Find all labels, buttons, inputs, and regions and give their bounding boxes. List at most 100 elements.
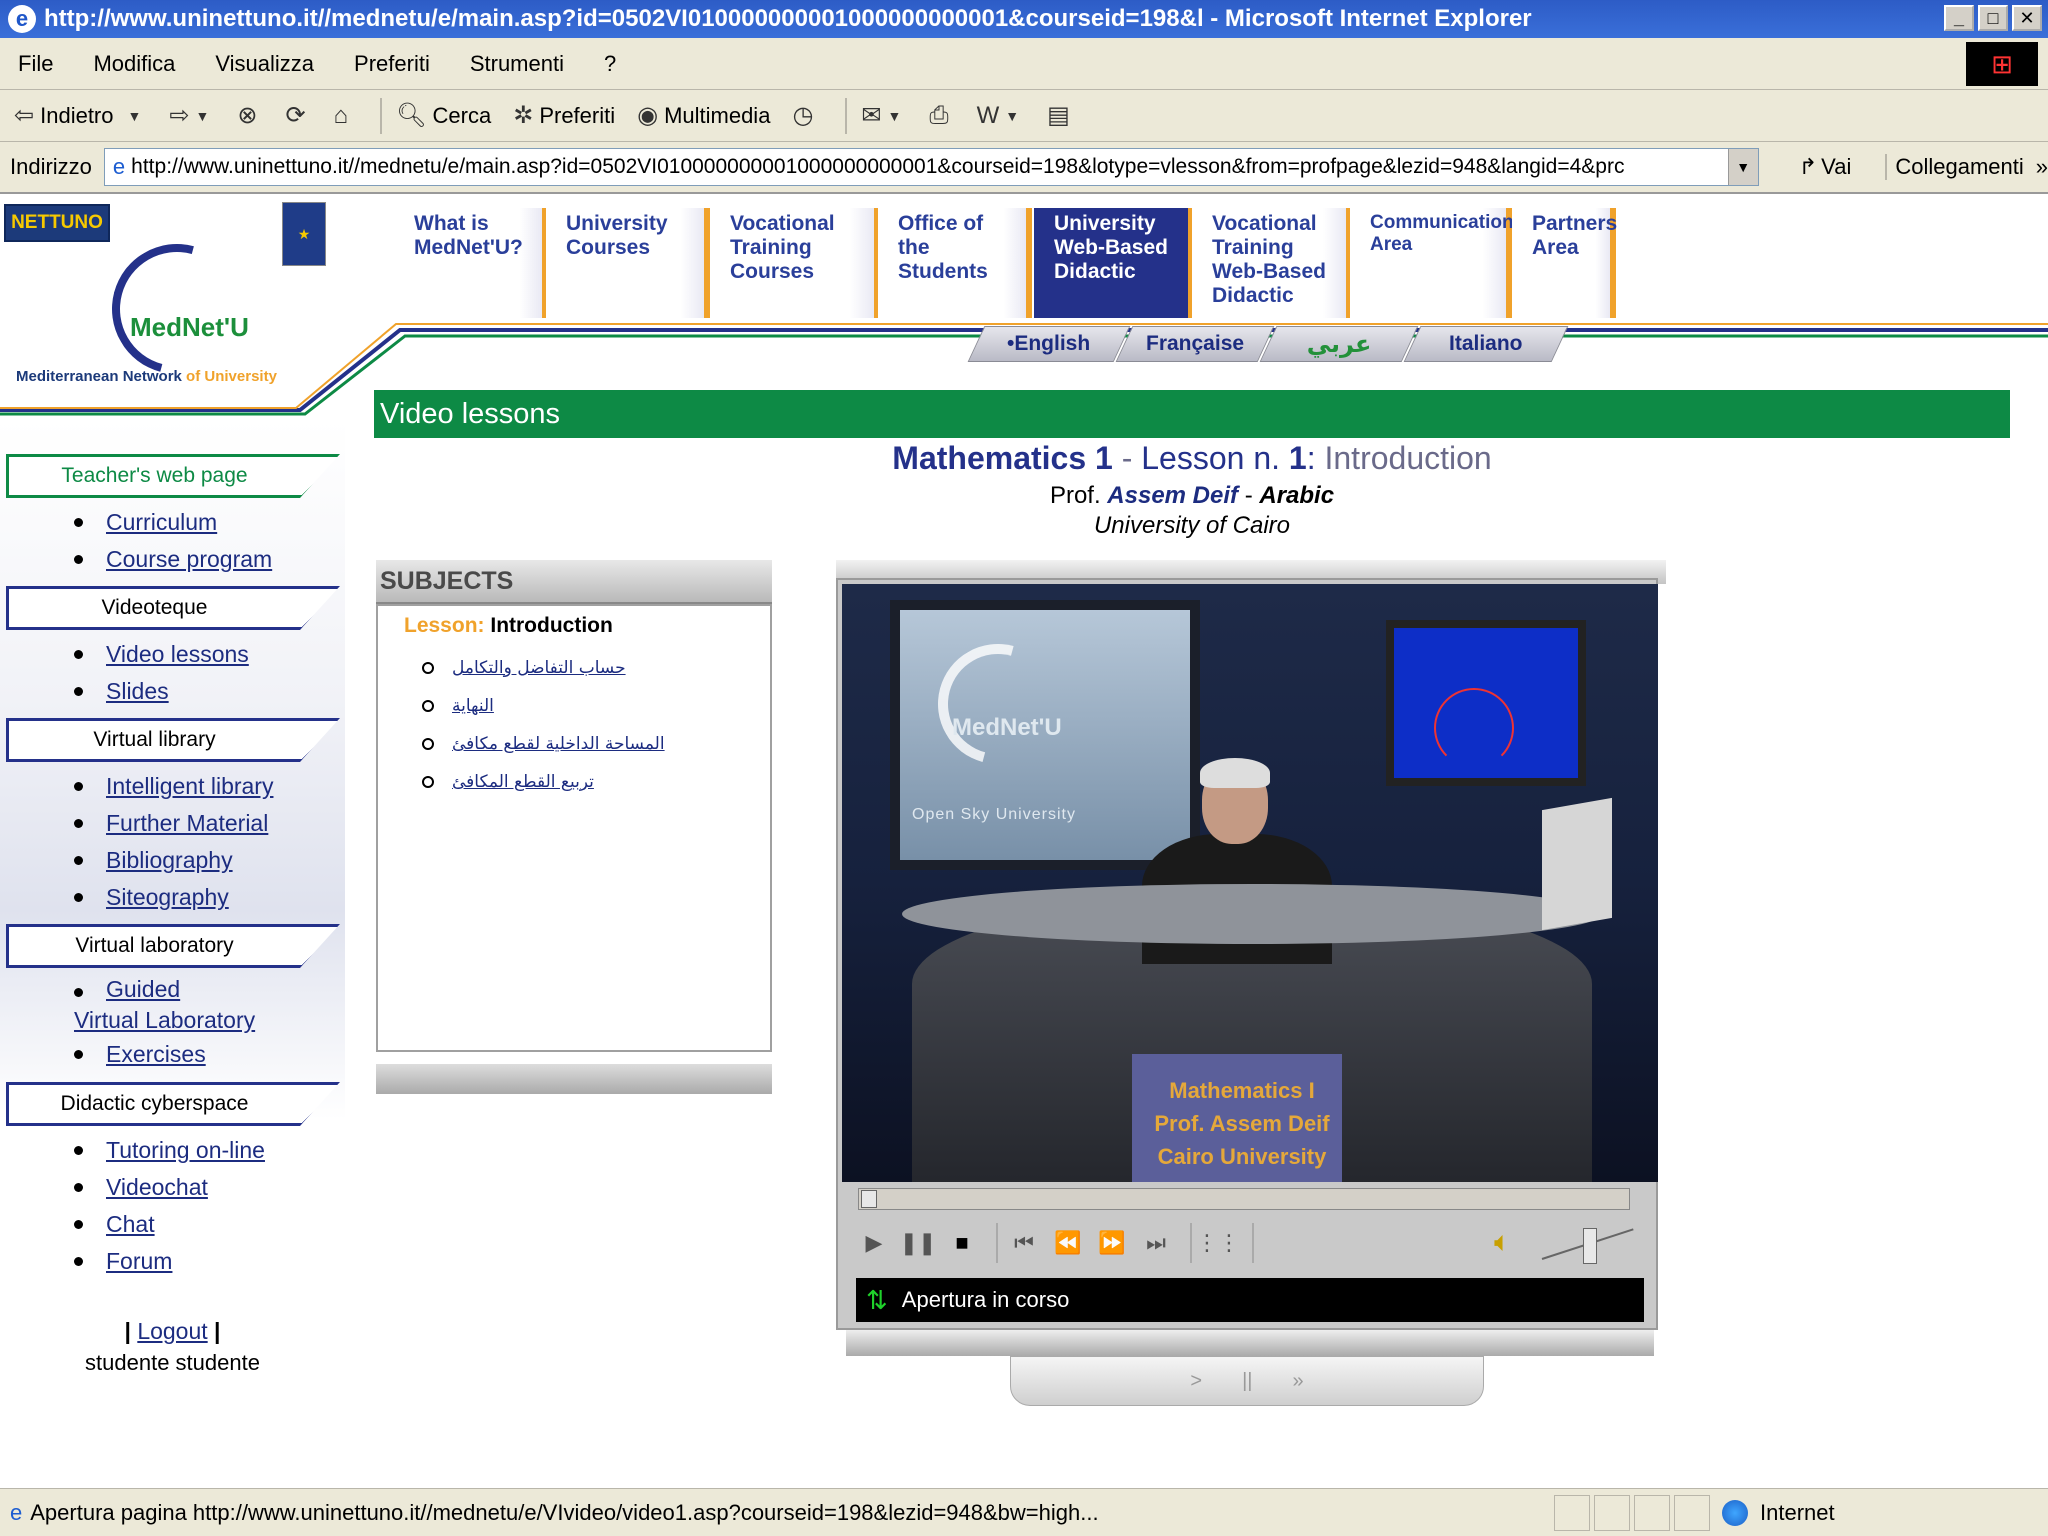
sidebar-link-curriculum[interactable]: Curriculum bbox=[106, 509, 217, 536]
subject-link-3[interactable]: المساحة الداخلية لقطع مكافئ bbox=[452, 734, 665, 754]
sidebar-link-chat[interactable]: Chat bbox=[106, 1211, 155, 1238]
lang-arabic-tab[interactable]: عربي bbox=[1259, 326, 1419, 362]
video-frame[interactable]: MedNet'U Open Sky University Mathematics… bbox=[842, 584, 1658, 1182]
subject-link-4[interactable]: تربيع القطع المكافئ bbox=[452, 772, 594, 792]
toolbar-separator bbox=[845, 97, 848, 134]
home-button[interactable]: ⌂ bbox=[334, 102, 355, 130]
nav-what-is-mednetu[interactable]: What is MedNet'U? bbox=[394, 208, 548, 318]
minimize-button[interactable]: _ bbox=[1944, 5, 1974, 31]
player-status: ⇅ Apertura in corso bbox=[856, 1278, 1644, 1322]
discuss-button[interactable]: ▤ bbox=[1047, 101, 1076, 130]
sidebar-link-siteography[interactable]: Siteography bbox=[106, 884, 229, 911]
address-input[interactable]: e http://www.uninettuno.it//mednetu/e/ma… bbox=[103, 148, 1759, 186]
chevron-down-icon[interactable]: ▼ bbox=[195, 108, 209, 124]
studio-monitor bbox=[1542, 797, 1612, 931]
nav-vocational-training-web-based-didactic[interactable]: Vocational Training Web-Based Didactic bbox=[1192, 208, 1352, 318]
sidebar-link-further-material[interactable]: Further Material bbox=[106, 810, 268, 837]
menu-modifica[interactable]: Modifica bbox=[93, 51, 175, 77]
stop-button[interactable]: ⊗ bbox=[237, 101, 263, 130]
chevron-right-icon[interactable]: » bbox=[2036, 154, 2048, 180]
menu-file[interactable]: File bbox=[18, 51, 53, 77]
speaker-icon[interactable]: 🔈︎ bbox=[1494, 1226, 1511, 1259]
rewind-button[interactable]: ⏪ bbox=[1050, 1225, 1086, 1261]
sidebar-link-slides[interactable]: Slides bbox=[106, 678, 169, 705]
sidebar-link-bibliography[interactable]: Bibliography bbox=[106, 847, 233, 874]
lang-italian-tab[interactable]: Italiano bbox=[1403, 326, 1569, 362]
print-button[interactable]: ⎙ bbox=[929, 102, 954, 130]
history-button[interactable]: ◷ bbox=[792, 101, 819, 130]
play-button[interactable]: ▶ bbox=[856, 1225, 892, 1261]
previous-button[interactable]: ⏮ bbox=[1006, 1225, 1042, 1261]
menu-help[interactable]: ? bbox=[604, 51, 616, 77]
subjects-panel: Lesson: Introduction حساب التفاضل والتكا… bbox=[376, 604, 772, 1052]
maximize-button[interactable]: □ bbox=[1978, 5, 2008, 31]
stop-button[interactable]: ■ bbox=[944, 1225, 980, 1261]
studio-screen bbox=[1386, 620, 1586, 786]
subject-link-1[interactable]: حساب التفاضل والتكامل bbox=[452, 658, 626, 678]
seek-bar[interactable] bbox=[858, 1188, 1630, 1210]
course-name: Mathematics 1 bbox=[892, 440, 1113, 476]
list-item: Slides bbox=[74, 673, 249, 710]
forward-button[interactable]: ⇨ ▼ bbox=[169, 101, 215, 130]
playlist-button[interactable]: ⋮⋮ bbox=[1196, 1225, 1240, 1261]
mail-button[interactable]: ✉ ▼ bbox=[861, 101, 907, 130]
sidebar-link-intelligent-library[interactable]: Intelligent library bbox=[106, 773, 273, 800]
search-button[interactable]: 🔍︎ Cerca bbox=[396, 101, 491, 130]
sidebar-link-tutoring-online[interactable]: Tutoring on-line bbox=[106, 1137, 265, 1164]
back-button[interactable]: ⇦ Indietro ▼ bbox=[14, 101, 147, 130]
lang-french-tab[interactable]: Française bbox=[1115, 326, 1275, 362]
sidebar-virtual-laboratory[interactable]: Virtual laboratory bbox=[6, 924, 340, 968]
address-label: Indirizzo bbox=[10, 154, 92, 179]
nav-university-web-based-didactic[interactable]: University Web-Based Didactic bbox=[1034, 208, 1194, 318]
next-button[interactable]: ⏭ bbox=[1138, 1225, 1174, 1261]
sidebar-link-exercises[interactable]: Exercises bbox=[106, 1041, 206, 1068]
menu-preferiti[interactable]: Preferiti bbox=[354, 51, 430, 77]
refresh-button[interactable]: ⟳ bbox=[285, 101, 311, 130]
go-arrow-icon[interactable]: ↱ bbox=[1799, 154, 1817, 180]
subject-link-2[interactable]: النهاية bbox=[452, 696, 494, 716]
nettuno-logo[interactable]: NETTUNO bbox=[4, 204, 110, 242]
chevron-down-icon[interactable]: ▼ bbox=[888, 108, 902, 124]
back-arrow-icon: ⇦ bbox=[14, 102, 35, 129]
media-button[interactable]: ◉ Multimedia bbox=[637, 101, 770, 130]
globe-icon bbox=[1722, 1499, 1748, 1526]
seek-thumb[interactable] bbox=[861, 1190, 877, 1208]
sidebar-didactic-cyberspace[interactable]: Didactic cyberspace bbox=[6, 1082, 340, 1126]
edit-button[interactable]: W ▼ bbox=[977, 102, 1026, 130]
nav-partners-area[interactable]: Partners Area bbox=[1512, 208, 1617, 318]
menu-visualizza[interactable]: Visualizza bbox=[215, 51, 314, 77]
professor-link[interactable]: Assem Deif bbox=[1107, 482, 1238, 509]
volume-slider[interactable] bbox=[1541, 1228, 1638, 1264]
controls-separator bbox=[996, 1223, 998, 1263]
address-bar: Indirizzo e http://www.uninettuno.it//me… bbox=[0, 142, 2048, 194]
logout-link[interactable]: Logout bbox=[137, 1318, 207, 1344]
nav-vocational-training-courses[interactable]: Vocational Training Courses bbox=[710, 208, 880, 318]
section-title: Video lessons bbox=[374, 390, 2010, 438]
favorites-button[interactable]: ✲ Preferiti bbox=[513, 101, 615, 130]
sidebar-teacher-web-page[interactable]: Teacher's web page bbox=[6, 454, 340, 498]
nav-office-of-students[interactable]: Office of the Students bbox=[878, 208, 1032, 318]
chevron-down-icon[interactable]: ▼ bbox=[128, 108, 142, 124]
sidebar-link-virtual-laboratory[interactable]: Virtual Laboratory bbox=[74, 1005, 255, 1036]
links-button[interactable]: Collegamenti bbox=[1885, 154, 2024, 180]
sidebar-virtual-library[interactable]: Virtual library bbox=[6, 718, 340, 762]
fast-forward-button[interactable]: ⏩ bbox=[1094, 1225, 1130, 1261]
menu-strumenti[interactable]: Strumenti bbox=[470, 51, 564, 77]
volume-knob[interactable] bbox=[1583, 1228, 1597, 1264]
pause-button[interactable]: ❚❚ bbox=[900, 1225, 937, 1261]
sidebar-link-video-lessons[interactable]: Video lessons bbox=[106, 641, 249, 668]
sidebar-link-guided[interactable]: Guided bbox=[106, 974, 180, 1005]
player-bottom-bezel bbox=[846, 1330, 1654, 1356]
chevron-down-icon[interactable]: ▼ bbox=[1005, 108, 1019, 124]
nav-university-courses[interactable]: University Courses bbox=[546, 208, 710, 318]
document-icon: ▤ bbox=[1047, 102, 1070, 129]
sidebar-link-forum[interactable]: Forum bbox=[106, 1248, 172, 1275]
sidebar-videoteque[interactable]: Videoteque bbox=[6, 586, 340, 630]
address-dropdown-icon[interactable]: ▼ bbox=[1727, 149, 1758, 185]
sidebar-link-course-program[interactable]: Course program bbox=[106, 546, 272, 573]
nav-communication-area[interactable]: Communication Area bbox=[1350, 208, 1514, 318]
go-button[interactable]: Vai bbox=[1821, 154, 1851, 180]
close-button[interactable]: ✕ bbox=[2012, 5, 2042, 31]
sidebar-link-videochat[interactable]: Videochat bbox=[106, 1174, 208, 1201]
lang-english-tab[interactable]: •English bbox=[967, 326, 1131, 362]
